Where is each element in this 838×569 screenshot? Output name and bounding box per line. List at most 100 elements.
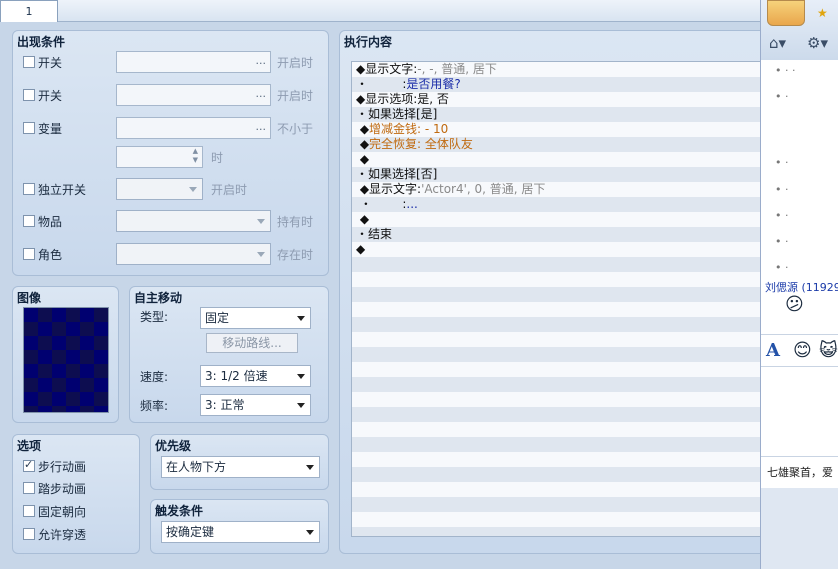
walk-anim-label: 步行动画 (38, 460, 87, 474)
switch1-label: 开关 (38, 56, 63, 70)
option-walk-row: 步行动画 (13, 455, 139, 477)
spinner-arrows-icon[interactable]: ▲ ▼ (193, 147, 198, 165)
switch2-hint: 开启时 (277, 89, 314, 103)
autonomous-group: 自主移动 类型: 固定 移动路线... 速度: 3: 1/2 倍速 频率: 3:… (129, 286, 329, 423)
condition-switch1-row: 开关 ... 开启时 (13, 51, 328, 73)
self-switch-hint: 开启时 (211, 183, 248, 197)
conditions-title: 出现条件 (17, 35, 66, 49)
condition-self-switch-row: 独立开关 开启时 (13, 178, 328, 200)
switch2-label: 开关 (38, 89, 63, 103)
item-hint: 持有时 (277, 215, 314, 229)
chevron-down-icon (297, 316, 305, 321)
variable-hint: 不小于 (277, 122, 314, 136)
speed-value: 3: 1/2 倍速 (205, 369, 268, 383)
frequency-label: 频率: (140, 399, 169, 413)
trigger-group: 触发条件 按确定键 (150, 499, 329, 554)
command-line[interactable]: ◆显示选项:是, 否 (356, 92, 449, 107)
switch2-field[interactable]: ... (116, 84, 271, 106)
switch1-field[interactable]: ... (116, 51, 271, 73)
move-type-dropdown[interactable]: 固定 (200, 307, 311, 329)
divider (761, 334, 838, 335)
priority-value: 在人物下方 (166, 460, 227, 474)
event-editor: 出现条件 开关 ... 开启时 开关 ... 开启时 变量 ... 不小于 ▲ ▼… (0, 22, 827, 569)
confused-emoji-icon: 😕 (785, 294, 804, 315)
command-line[interactable]: ・结束 (356, 227, 392, 242)
divider (761, 366, 838, 367)
condition-variable-value-row: ▲ ▼ 时 (13, 146, 328, 168)
switch1-checkbox[interactable] (23, 56, 35, 68)
event-graphic-preview[interactable] (23, 307, 109, 413)
priority-dropdown[interactable]: 在人物下方 (161, 456, 320, 478)
speed-dropdown[interactable]: 3: 1/2 倍速 (200, 365, 311, 387)
trigger-dropdown[interactable]: 按确定键 (161, 521, 320, 543)
item-checkbox[interactable] (23, 215, 35, 227)
actor-checkbox[interactable] (23, 248, 35, 260)
condition-actor-row: 角色 存在时 (13, 243, 328, 265)
frequency-dropdown[interactable]: 3: 正常 (200, 394, 311, 416)
actor-hint: 存在时 (277, 248, 314, 262)
chat-header: ★ ⌂▾ ⚙▾ (761, 0, 838, 60)
font-icon[interactable]: A (766, 340, 780, 361)
autonomous-title: 自主移动 (134, 291, 183, 305)
switch2-dots: ... (255, 87, 267, 100)
frequency-value: 3: 正常 (205, 398, 245, 412)
chevron-down-icon (189, 187, 197, 192)
image-group: 图像 (12, 286, 119, 423)
options-group: 选项 步行动画 踏步动画 固定朝向 允许穿透 (12, 434, 140, 554)
actor-label: 角色 (38, 248, 63, 262)
variable-field[interactable]: ... (116, 117, 271, 139)
command-line[interactable]: ◆增减金钱: - 10 (356, 122, 449, 137)
tab-page-1[interactable]: 1 (0, 0, 58, 23)
fixed-dir-checkbox[interactable] (23, 505, 35, 517)
event-command-list[interactable]: ◆显示文字:-, -, 普通, 居下 ・ :是否用餐? ◆显示选项:是, 否 ・… (351, 61, 817, 537)
variable-value-spinner[interactable]: ▲ ▼ (116, 146, 203, 168)
contents-title: 执行内容 (344, 35, 393, 49)
tools-icon[interactable]: ⚙▾ (807, 34, 828, 52)
command-line[interactable]: ・如果选择[否] (356, 167, 437, 182)
command-line[interactable]: ◆ (356, 152, 369, 167)
condition-variable-row: 变量 ... 不小于 (13, 117, 328, 139)
variable-label: 变量 (38, 122, 63, 136)
chevron-down-icon (297, 374, 305, 379)
contents-group: 执行内容 ◆显示文字:-, -, 普通, 居下 ・ :是否用餐? ◆显示选项:是… (339, 30, 827, 554)
step-anim-label: 踏步动画 (38, 482, 87, 496)
chevron-down-icon (306, 465, 314, 470)
bullet-icon: • · (775, 183, 789, 196)
command-line[interactable]: ・ :... (356, 197, 418, 212)
avatar[interactable] (767, 0, 805, 26)
option-step-row: 踏步动画 (13, 477, 139, 499)
chat-footer-text: 七雄聚首，爱 (761, 456, 838, 488)
command-line[interactable]: ◆显示文字:'Actor4', 0, 普通, 居下 (356, 182, 546, 197)
command-line[interactable]: ・如果选择[是] (356, 107, 437, 122)
through-label: 允许穿透 (38, 528, 87, 542)
options-title: 选项 (17, 439, 42, 453)
variable-dots: ... (255, 120, 267, 133)
command-line[interactable]: ・ :是否用餐? (356, 77, 461, 92)
condition-switch2-row: 开关 ... 开启时 (13, 84, 328, 106)
sticker-icon[interactable]: 😺 (819, 340, 838, 361)
actor-dropdown[interactable] (116, 243, 271, 265)
chat-contact-name[interactable]: 刘偲源 (11929 (765, 279, 838, 295)
command-line[interactable]: ◆ (356, 212, 369, 227)
star-icon[interactable]: ★ (817, 6, 828, 20)
speed-label: 速度: (140, 370, 169, 384)
walk-anim-checkbox[interactable] (23, 458, 35, 472)
smiley-icon[interactable]: 😊 (793, 340, 812, 361)
command-line[interactable]: ◆显示文字:-, -, 普通, 居下 (356, 62, 497, 77)
move-route-button[interactable]: 移动路线... (206, 333, 298, 353)
step-anim-checkbox[interactable] (23, 482, 35, 494)
self-switch-checkbox[interactable] (23, 183, 35, 195)
command-line[interactable]: ◆完全恢复: 全体队友 (356, 137, 473, 152)
bullet-icon: • · · (775, 64, 796, 77)
self-switch-dropdown[interactable] (116, 178, 203, 200)
bullet-icon: • · (775, 235, 789, 248)
chevron-down-icon (257, 252, 265, 257)
condition-item-row: 物品 持有时 (13, 210, 328, 232)
switch2-checkbox[interactable] (23, 89, 35, 101)
command-line[interactable]: ◆ (356, 242, 365, 257)
home-icon[interactable]: ⌂▾ (769, 34, 786, 52)
through-checkbox[interactable] (23, 528, 35, 540)
item-dropdown[interactable] (116, 210, 271, 232)
variable-checkbox[interactable] (23, 122, 35, 134)
trigger-value: 按确定键 (166, 525, 215, 539)
